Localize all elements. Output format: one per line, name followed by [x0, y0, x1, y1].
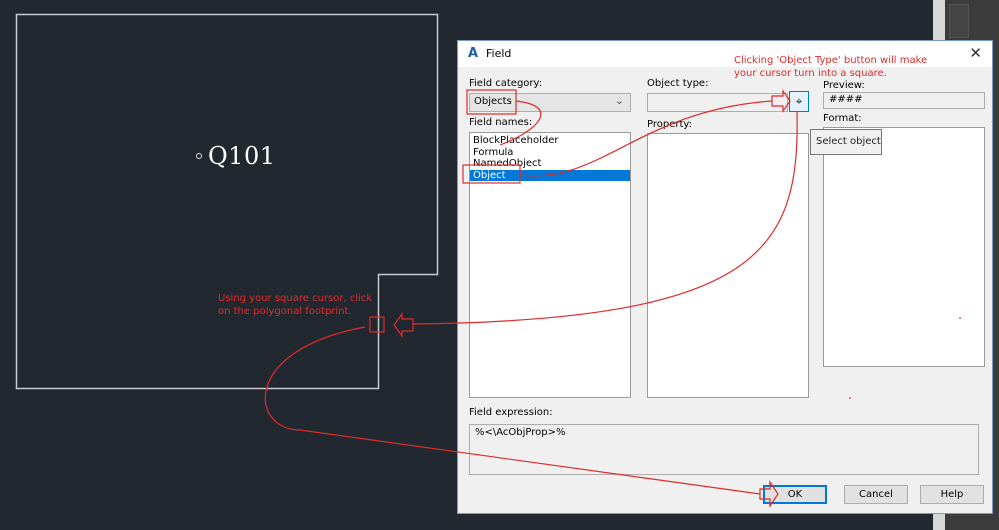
format-list[interactable]	[823, 127, 985, 367]
panel-tile	[949, 4, 969, 38]
list-item[interactable]: NamedObject	[470, 158, 630, 170]
dialog-title: Field	[486, 47, 512, 60]
room-footprint-polygon[interactable]	[15, 13, 439, 390]
cursor-annotation-line2: on the polygonal footprint.	[218, 306, 352, 317]
property-list[interactable]	[647, 133, 809, 398]
field-expression-box[interactable]: %<\AcObjProp>%	[469, 424, 979, 475]
list-item[interactable]: BlockPlaceholder	[470, 135, 630, 147]
property-label: Property:	[647, 119, 692, 130]
field-category-value: Objects	[474, 96, 512, 107]
insertion-point-icon	[196, 152, 202, 159]
ok-button[interactable]: OK	[763, 485, 827, 504]
select-object-tooltip: Select object	[810, 129, 882, 155]
object-type-annotation-line1: Clicking 'Object Type' button will make	[734, 55, 928, 66]
preview-label: Preview:	[823, 80, 865, 91]
object-type-label: Object type:	[647, 78, 709, 89]
field-names-label: Field names:	[469, 117, 533, 128]
field-dialog: A Field ✕ Clicking 'Object Type' button …	[457, 40, 993, 514]
chevron-down-icon: ⌄	[614, 94, 624, 107]
list-item[interactable]: Formula	[470, 147, 630, 159]
cancel-button[interactable]: Cancel	[844, 485, 908, 504]
room-label-text: Q101	[208, 142, 276, 170]
cursor-annotation-line1: Using your square cursor, click	[218, 293, 373, 304]
help-button[interactable]: Help	[920, 485, 984, 504]
field-names-list[interactable]: BlockPlaceholder Formula NamedObject Obj…	[469, 132, 631, 398]
room-label[interactable]: Q101	[196, 142, 275, 170]
format-label: Format:	[823, 113, 862, 124]
select-object-button[interactable]: ⌖	[789, 91, 809, 112]
cursor-annotation: Using your square cursor, click on the p…	[218, 292, 372, 318]
object-type-annotation-line2: your cursor turn into a square.	[734, 68, 887, 79]
object-type-annotation: Clicking 'Object Type' button will make …	[734, 54, 927, 80]
field-category-select[interactable]: Objects ⌄	[469, 93, 631, 112]
close-icon[interactable]: ✕	[969, 44, 982, 62]
object-type-field[interactable]	[647, 93, 788, 112]
autocad-a-icon: A	[468, 46, 479, 61]
crosshair-pick-icon: ⌖	[795, 94, 803, 108]
list-item-selected[interactable]: Object	[470, 169, 630, 181]
field-category-label: Field category:	[469, 78, 543, 89]
preview-field: ####	[823, 92, 985, 109]
field-expression-label: Field expression:	[469, 407, 553, 418]
